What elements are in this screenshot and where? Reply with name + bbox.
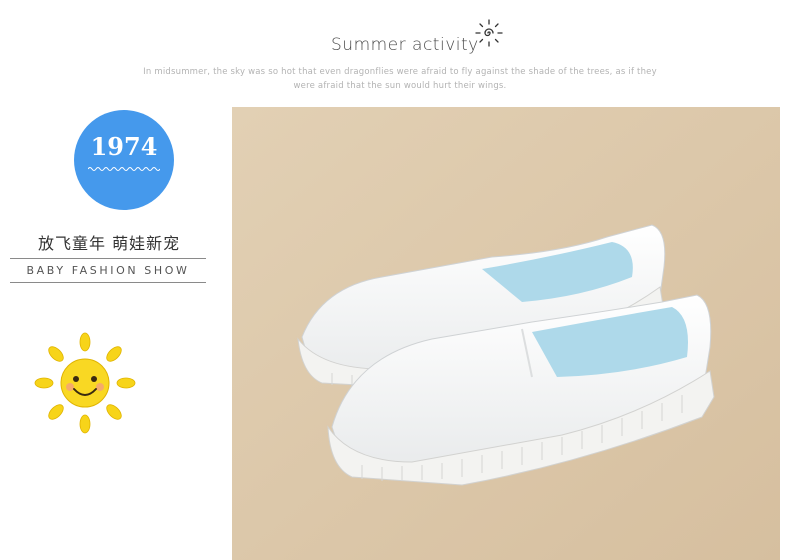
year-text: 1974 bbox=[90, 132, 158, 161]
wave-decoration-icon bbox=[88, 167, 160, 171]
english-slogan: BABY FASHION SHOW bbox=[26, 264, 190, 277]
year-badge: 1974 bbox=[74, 110, 174, 210]
white-slip-on-shoes-image bbox=[232, 107, 780, 560]
product-photo bbox=[232, 107, 780, 560]
chinese-slogan: 放飞童年 萌娃新宠 bbox=[38, 234, 181, 253]
divider-bottom bbox=[10, 282, 206, 283]
header-description-line-1: In midsummer, the sky was so hot that ev… bbox=[143, 67, 657, 77]
header-title: Summer activity bbox=[331, 35, 479, 55]
header-description-line-2: were afraid that the sun would hurt thei… bbox=[293, 81, 507, 91]
divider-top bbox=[10, 258, 206, 259]
smiling-sun-icon bbox=[34, 332, 136, 434]
sun-icon bbox=[475, 19, 503, 47]
